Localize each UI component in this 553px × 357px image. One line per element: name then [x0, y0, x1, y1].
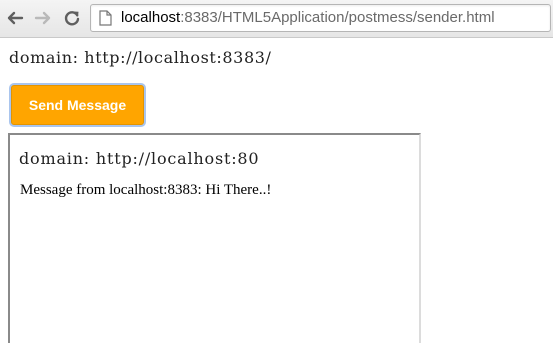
page-icon	[99, 10, 112, 31]
receiver-iframe: domain: http://localhost:80 Message from…	[8, 133, 421, 343]
arrow-right-icon	[34, 10, 52, 26]
url-text: localhost:8383/HTML5Application/postmess…	[121, 9, 495, 27]
forward-button[interactable]	[32, 5, 54, 31]
url-host: localhost	[121, 9, 181, 26]
reload-icon	[63, 9, 81, 27]
send-message-button[interactable]: Send Message	[11, 85, 144, 125]
received-message: Message from localhost:8383: Hi There..!	[20, 182, 272, 198]
browser-toolbar: localhost:8383/HTML5Application/postmess…	[0, 0, 553, 38]
iframe-domain-heading: domain: http://localhost:80	[19, 149, 260, 168]
arrow-left-icon	[6, 10, 24, 26]
page-domain-heading: domain: http://localhost:8383/	[9, 48, 272, 67]
url-path: :8383/HTML5Application/postmess/sender.h…	[180, 9, 495, 26]
reload-button[interactable]	[61, 5, 83, 31]
back-button[interactable]	[4, 5, 26, 31]
address-bar[interactable]: localhost:8383/HTML5Application/postmess…	[90, 4, 551, 32]
